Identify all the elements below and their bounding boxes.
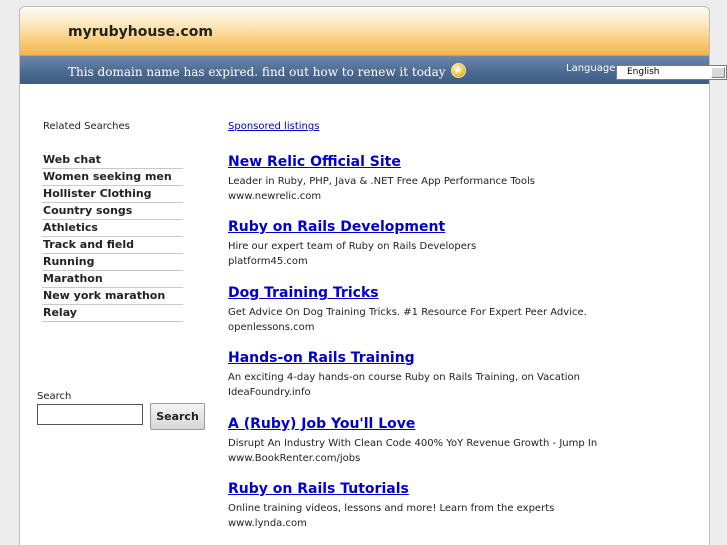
related-search-item[interactable]: Athletics <box>42 220 183 237</box>
sponsored-listing: New Relic Official Site Leader in Ruby, … <box>228 153 698 203</box>
listing-url[interactable]: platform45.com <box>228 255 698 268</box>
related-search-item[interactable]: Running <box>42 254 183 271</box>
listing-url[interactable]: IdeaFoundry.info <box>228 386 698 399</box>
listing-url[interactable]: www.BookRenter.com/jobs <box>228 452 698 465</box>
related-search-item[interactable]: Country songs <box>42 203 183 220</box>
expired-bar: This domain name has expired. find out h… <box>20 55 727 84</box>
related-searches-list: Web chat Women seeking men Hollister Clo… <box>42 152 183 322</box>
sponsored-listing: Ruby on Rails Development Hire our exper… <box>228 218 698 268</box>
listing-title-link[interactable]: Ruby on Rails Tutorials <box>228 480 698 498</box>
related-searches-title: Related Searches <box>43 121 130 132</box>
listing-title-link[interactable]: Dog Training Tricks <box>228 284 698 302</box>
listing-description: Get Advice On Dog Training Tricks. #1 Re… <box>228 307 587 318</box>
content-frame: myrubyhouse.com This domain name has exp… <box>19 6 727 545</box>
listing-description: Online training videos, lessons and more… <box>228 503 555 514</box>
listing-url[interactable]: www.lynda.com <box>228 517 698 530</box>
expired-message-text: This domain name has expired. find out h… <box>68 65 446 79</box>
related-search-item[interactable]: Track and field <box>42 237 183 254</box>
search-label: Search <box>37 391 72 402</box>
sponsored-listing: A (Ruby) Job You'll Love Disrupt An Indu… <box>228 415 698 465</box>
language-label: Language: <box>566 63 619 74</box>
listing-title-link[interactable]: Ruby on Rails Development <box>228 218 698 236</box>
listing-description: An exciting 4-day hands-on course Ruby o… <box>228 372 580 383</box>
listing-description: Disrupt An Industry With Clean Code 400%… <box>228 438 598 449</box>
arrow-go-icon[interactable] <box>450 63 466 78</box>
sponsored-listing: Dog Training Tricks Get Advice On Dog Tr… <box>228 284 698 334</box>
expired-message-link[interactable]: This domain name has expired. find out h… <box>68 63 466 79</box>
sponsored-listings-link[interactable]: Sponsored listings <box>228 121 319 132</box>
search-button[interactable]: Search <box>150 403 205 430</box>
language-selected-value: English <box>627 67 660 77</box>
listing-description: Hire our expert team of Ruby on Rails De… <box>228 241 477 252</box>
listing-title-link[interactable]: Hands-on Rails Training <box>228 349 698 367</box>
listing-url[interactable]: www.newrelic.com <box>228 190 698 203</box>
related-search-item[interactable]: Women seeking men <box>42 169 183 186</box>
related-search-item[interactable]: Relay <box>42 305 183 322</box>
language-select[interactable]: English <box>616 65 727 80</box>
related-search-item[interactable]: Hollister Clothing <box>42 186 183 203</box>
page: myrubyhouse.com This domain name has exp… <box>0 0 727 545</box>
listing-title-link[interactable]: New Relic Official Site <box>228 153 698 171</box>
header-banner: myrubyhouse.com <box>20 7 709 55</box>
listing-title-link[interactable]: A (Ruby) Job You'll Love <box>228 415 698 433</box>
search-input[interactable] <box>37 404 143 425</box>
related-search-item[interactable]: Marathon <box>42 271 183 288</box>
dropdown-arrow-icon[interactable] <box>711 67 725 78</box>
related-search-item[interactable]: Web chat <box>42 152 183 169</box>
listing-description: Leader in Ruby, PHP, Java & .NET Free Ap… <box>228 176 535 187</box>
site-title: myrubyhouse.com <box>68 24 213 40</box>
sponsored-listing: Ruby on Rails Tutorials Online training … <box>228 480 698 530</box>
sponsored-listing: Hands-on Rails Training An exciting 4-da… <box>228 349 698 399</box>
listing-url[interactable]: openlessons.com <box>228 321 698 334</box>
related-search-item[interactable]: New york marathon <box>42 288 183 305</box>
